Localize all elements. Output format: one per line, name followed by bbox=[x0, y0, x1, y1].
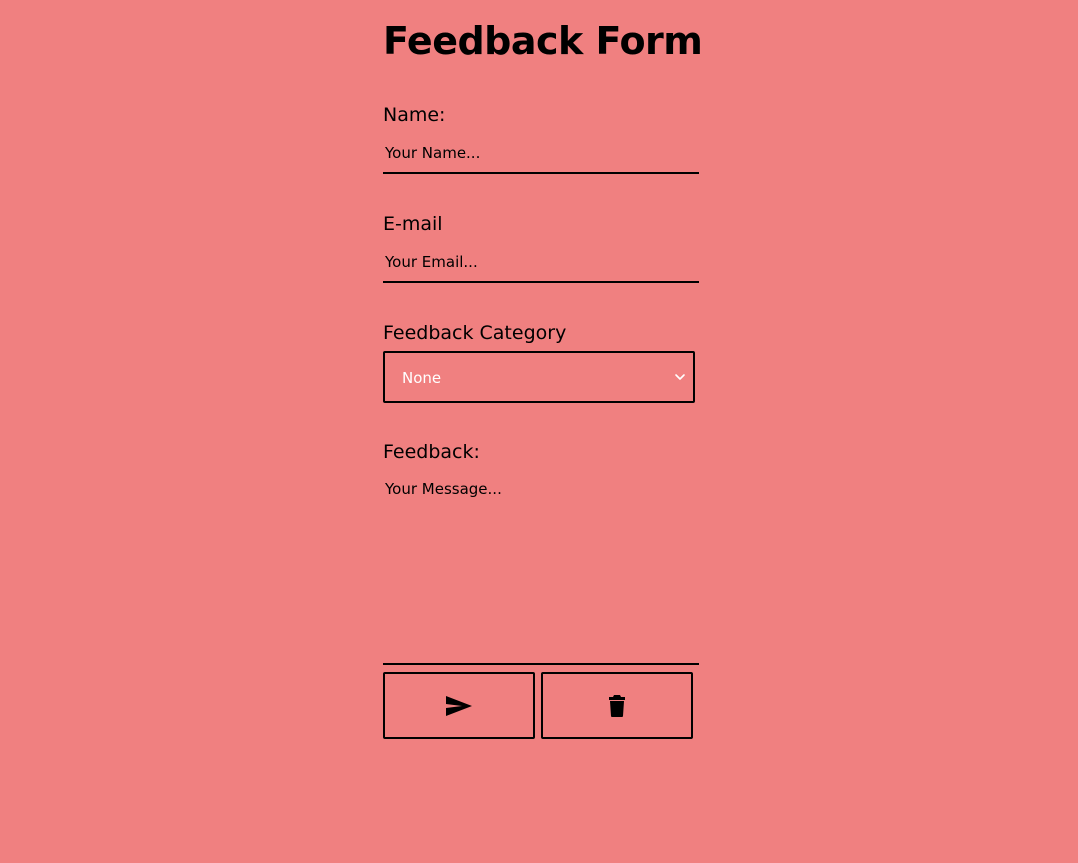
category-selected-value: None bbox=[402, 369, 442, 387]
submit-button[interactable] bbox=[383, 672, 535, 739]
category-select[interactable]: None bbox=[383, 351, 695, 403]
feedback-label: Feedback: bbox=[383, 441, 480, 463]
clear-button[interactable] bbox=[541, 672, 693, 739]
email-input[interactable] bbox=[383, 243, 699, 283]
send-icon bbox=[446, 695, 472, 716]
feedback-textarea[interactable] bbox=[383, 476, 699, 665]
category-label: Feedback Category bbox=[383, 322, 567, 344]
name-label: Name: bbox=[383, 104, 446, 126]
page-title: Feedback Form bbox=[383, 19, 703, 63]
trash-icon bbox=[609, 694, 625, 717]
chevron-down-icon bbox=[675, 374, 685, 380]
name-input[interactable] bbox=[383, 134, 699, 174]
email-label: E-mail bbox=[383, 213, 443, 235]
